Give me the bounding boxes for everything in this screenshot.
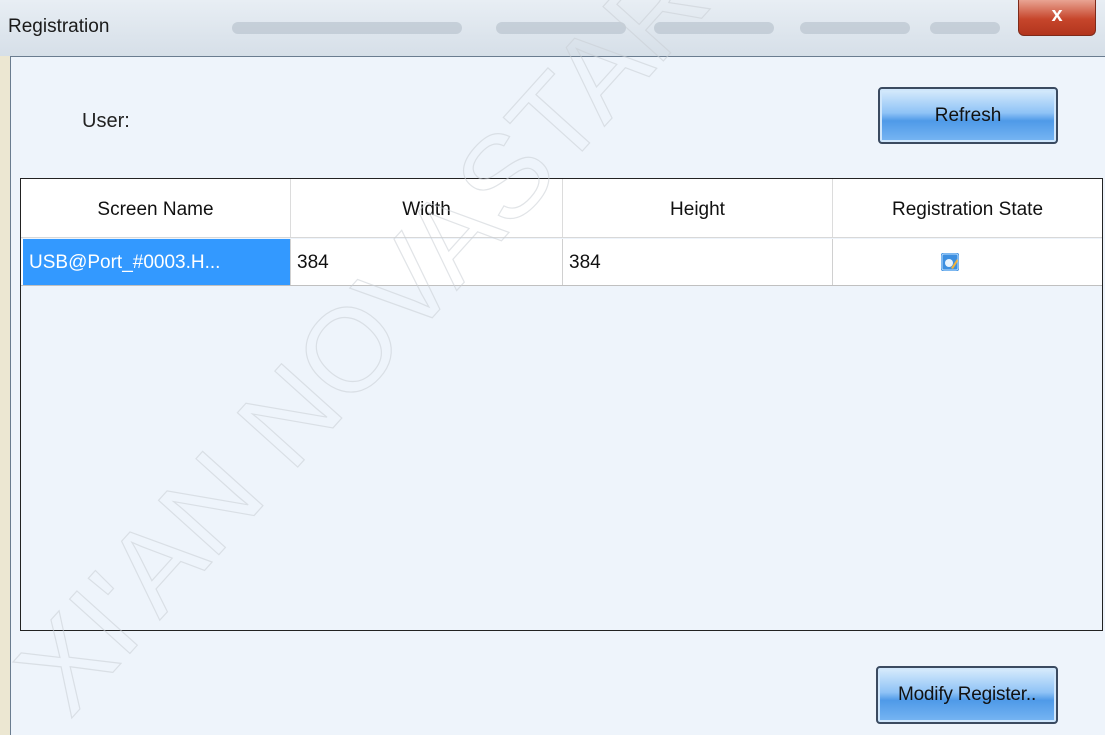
window-frame-left: [0, 56, 10, 735]
column-header-screen-name[interactable]: Screen Name: [21, 179, 291, 237]
column-header-width[interactable]: Width: [291, 179, 563, 237]
column-header-registration-state[interactable]: Registration State: [833, 179, 1102, 237]
window-title: Registration: [8, 16, 110, 37]
close-button[interactable]: x: [1018, 0, 1096, 36]
registered-state-icon[interactable]: [941, 253, 959, 271]
title-bar: Registration x: [0, 0, 1105, 56]
background-menu-calibration: [654, 22, 774, 34]
background-menu-brightness: [496, 22, 626, 34]
user-label: User:: [82, 110, 130, 132]
cell-width[interactable]: 384: [291, 239, 563, 285]
cell-height[interactable]: 384: [563, 239, 833, 285]
background-menu-screen-control: [800, 22, 910, 34]
column-header-height[interactable]: Height: [563, 179, 833, 237]
table-row[interactable]: USB@Port_#0003.H... 384 384: [21, 239, 1102, 286]
background-menu-screen-configuration: [232, 22, 462, 34]
modify-register-button[interactable]: Modify Register..: [876, 666, 1058, 724]
close-icon: x: [1051, 4, 1063, 26]
cell-registration-state[interactable]: [833, 239, 1102, 285]
table-header: Screen Name Width Height Registration St…: [21, 179, 1102, 238]
screen-table: Screen Name Width Height Registration St…: [20, 178, 1103, 631]
refresh-button[interactable]: Refresh: [878, 87, 1058, 144]
cell-screen-name[interactable]: USB@Port_#0003.H...: [23, 239, 291, 285]
background-menu-monitoring: [930, 22, 1000, 34]
